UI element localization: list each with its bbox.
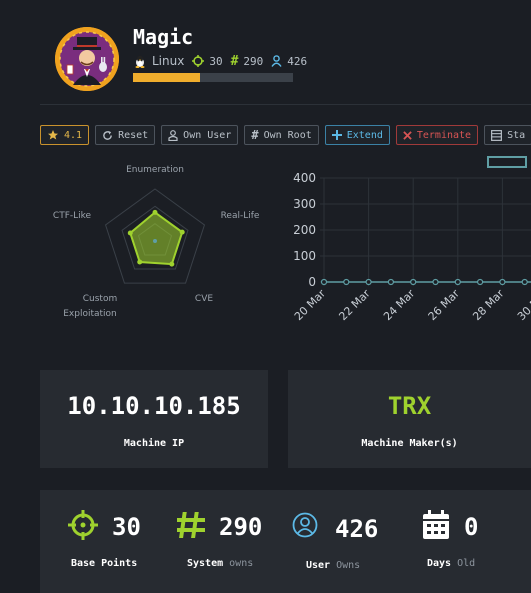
x-tick-label: 28 Mar <box>470 287 507 324</box>
series-point <box>432 278 439 286</box>
radar-data-point <box>169 261 175 267</box>
rating-button[interactable]: 4.1 <box>40 125 90 145</box>
radar-label-enumeration: Enumeration <box>126 165 184 175</box>
points-value: 30 <box>209 54 223 68</box>
terminate-button[interactable]: Terminate <box>395 125 479 145</box>
stat-system-owns: 290 System owns <box>177 490 297 593</box>
own-root-label: Own Root <box>263 129 312 141</box>
completion-progress-bar <box>133 73 293 82</box>
base-points-label: Base Points <box>71 558 138 569</box>
radar-label-cve: CVE <box>194 294 214 304</box>
crosshair-icon <box>192 55 205 67</box>
radar-center-point <box>153 239 157 243</box>
reset-button[interactable]: Reset <box>95 125 156 145</box>
hash-icon <box>177 512 205 538</box>
series-point <box>410 278 417 286</box>
x-tick-label: 22 Mar <box>336 287 373 324</box>
radar-data-point <box>179 229 185 235</box>
radar-chart <box>104 188 206 284</box>
y-tick-label: 0 <box>308 275 316 289</box>
reset-label: Reset <box>118 129 149 141</box>
machine-avatar <box>55 27 119 91</box>
extend-label: Extend <box>346 129 383 141</box>
machine-maker-label: Machine Maker(s) <box>361 438 458 449</box>
hash-icon: # <box>251 128 259 142</box>
os-label: Linux <box>152 54 185 68</box>
y-tick-label: 200 <box>293 223 316 237</box>
system-owns-value: 290 <box>219 513 263 541</box>
series-point <box>320 278 328 286</box>
stat-days-old: 0 Days Old <box>422 490 531 593</box>
progress-fill <box>133 73 201 82</box>
machine-ip-value: 10.10.10.185 <box>67 392 241 420</box>
x-tick-label: 26 Mar <box>426 287 463 324</box>
series-point <box>343 278 350 286</box>
machine-ip-card: 10.10.10.185 Machine IP <box>40 370 268 468</box>
chart-legend-marker <box>487 156 527 168</box>
own-root-button[interactable]: # Own Root <box>244 125 319 145</box>
radar-label-ctf-like: CTF-Like <box>52 211 92 221</box>
series-point <box>454 278 461 286</box>
star-icon <box>48 130 58 140</box>
days-old-value: 0 <box>464 513 479 541</box>
stat-user-owns: 426 User Owns <box>292 490 412 593</box>
radar-label-real-life: Real-Life <box>220 211 260 221</box>
user-circle-icon <box>292 512 318 538</box>
user-owns-value: 426 <box>287 54 308 68</box>
refresh-icon <box>103 130 112 140</box>
x-tick-label: 20 Mar <box>292 287 329 324</box>
system-owns-label: System owns <box>187 558 254 569</box>
rating-value: 4.1 <box>64 129 83 141</box>
crosshair-icon <box>68 510 98 540</box>
series-point <box>477 278 484 286</box>
y-tick-label: 300 <box>293 197 316 211</box>
radar-data-point <box>127 230 133 236</box>
machine-stats-card: 30 Base Points 290 System owns 426 User … <box>40 490 531 593</box>
y-tick-label: 400 <box>293 171 316 185</box>
machine-meta: Linux 30 # 290 426 <box>133 52 310 70</box>
days-old-label: Days Old <box>427 558 476 569</box>
plus-icon <box>331 130 342 140</box>
system-owns-value: 290 <box>243 54 264 68</box>
user-owns-label: User Owns <box>306 560 361 571</box>
user-owns-value: 426 <box>335 515 379 543</box>
machine-maker-card: TRX Machine Maker(s) <box>288 370 531 468</box>
machine-maker-value[interactable]: TRX <box>288 392 531 420</box>
stats-label: Sta <box>507 129 526 141</box>
user-outline-icon <box>168 129 178 141</box>
machine-ip-label: Machine IP <box>123 438 185 449</box>
radar-label-custom: Custom <box>82 294 118 304</box>
hash-icon: # <box>230 53 239 69</box>
series-point <box>521 278 528 286</box>
owns-line-chart: 0 100 200 300 400 20 Mar 22 Mar 24 Mar 26 Mar 28 … <box>292 171 531 324</box>
own-user-button[interactable]: Own User <box>161 125 239 145</box>
extend-button[interactable]: Extend <box>324 125 390 145</box>
series-point <box>365 278 372 286</box>
terminate-label: Terminate <box>416 129 472 141</box>
stats-button[interactable]: Sta <box>484 125 531 145</box>
radar-data-point <box>137 259 143 265</box>
series-point <box>387 278 395 286</box>
series-point <box>499 278 506 286</box>
own-user-label: Own User <box>183 129 232 141</box>
x-tick-label: 24 Mar <box>381 287 418 324</box>
magician-avatar-icon <box>55 27 119 91</box>
close-icon <box>403 130 412 140</box>
header-divider <box>40 104 531 105</box>
y-tick-label: 100 <box>293 249 316 263</box>
x-tick-label: 30 Mar <box>515 287 531 324</box>
linux-tux-icon <box>135 55 145 68</box>
radar-data-point <box>152 209 158 215</box>
calendar-icon <box>423 510 449 539</box>
machine-name: Magic <box>133 25 194 49</box>
user-icon <box>271 55 282 67</box>
table-icon <box>491 129 503 141</box>
stat-base-points: 30 Base Points <box>68 490 188 593</box>
radar-label-exploitation: Exploitation <box>63 309 117 319</box>
action-bar: 4.1 Reset Own User # Own Root Extend Ter… <box>40 125 531 145</box>
base-points-value: 30 <box>112 513 141 541</box>
